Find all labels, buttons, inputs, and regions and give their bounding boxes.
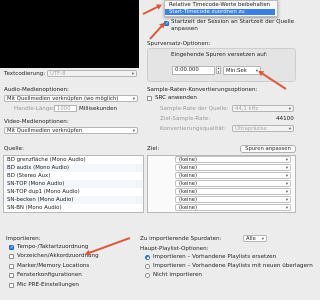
target-select[interactable]: (keine) ▾ bbox=[175, 164, 291, 171]
playlist-replace-radio[interactable] bbox=[145, 255, 150, 260]
track-data-label: Zu importierende Spurdaten: bbox=[140, 236, 222, 242]
target-select-value: (keine) bbox=[179, 197, 197, 203]
conversion-quality-value: Ultrapräzise bbox=[235, 126, 267, 132]
source-row[interactable]: BD (Stereo Aux) bbox=[4, 172, 143, 180]
chevron-down-icon: ▾ bbox=[288, 107, 291, 112]
conversion-quality-label: Konvertierungsqualität: bbox=[160, 126, 226, 132]
track-offset-title: Spurversatz-Optionen: bbox=[147, 41, 211, 47]
target-rate-value: 44100 bbox=[276, 116, 294, 122]
chevron-down-icon: ▾ bbox=[285, 158, 288, 163]
source-rate-label: Sample-Rate der Quelle: bbox=[160, 106, 229, 112]
encoding-label: Textcodierung: bbox=[4, 71, 46, 77]
target-header: Ziel: bbox=[147, 146, 160, 152]
source-rate-value: 44,1 kHz bbox=[235, 106, 259, 112]
target-select[interactable]: (keine) ▾ bbox=[175, 180, 291, 187]
target-select[interactable]: (keine) ▾ bbox=[175, 172, 291, 179]
import-markers-checkbox[interactable] bbox=[9, 264, 14, 269]
offset-stepper[interactable]: ▴ ▾ bbox=[216, 66, 221, 74]
handle-length-unit: Millisekunden bbox=[79, 106, 118, 112]
import-windows-checkbox[interactable] bbox=[9, 273, 14, 278]
source-row[interactable]: SN-TOP (Mono Audio) bbox=[4, 180, 143, 188]
offset-unit-value: Min:Sek bbox=[226, 68, 247, 74]
source-header: Quelle: bbox=[4, 146, 24, 152]
video-media-select[interactable]: Mit Quellmedien verknüpfen ▾ bbox=[4, 127, 138, 134]
import-micpre-checkbox[interactable] bbox=[9, 283, 14, 288]
source-row[interactable]: SN-BN (Mono Audio) bbox=[4, 204, 143, 212]
playlist-none-radio[interactable] bbox=[145, 273, 150, 278]
source-list[interactable]: BD grenzfläche (Mono Audio) BD audix (Mo… bbox=[3, 155, 144, 213]
target-select-value: (keine) bbox=[179, 165, 197, 171]
target-rate-label: Ziel-Sample-Rate: bbox=[160, 116, 211, 122]
source-row[interactable]: BD audix (Mono Audio) bbox=[4, 164, 143, 172]
target-select[interactable]: (keine) ▾ bbox=[175, 196, 291, 203]
target-select[interactable]: (keine) ▾ bbox=[175, 156, 291, 163]
source-row[interactable]: SN-becken (Mono Audio) bbox=[4, 196, 143, 204]
source-row[interactable]: SN-TOP dup1 (Mono Audio) bbox=[4, 188, 143, 196]
chevron-down-icon: ▾ bbox=[285, 206, 288, 211]
chevron-down-icon: ▾ bbox=[285, 190, 288, 195]
playlist-overlay-label: Importieren – Vorhandene Playlists mit n… bbox=[153, 263, 313, 269]
video-preview bbox=[0, 0, 139, 68]
import-tempo-checkbox[interactable] bbox=[9, 245, 14, 250]
offset-value-input[interactable]: 0:00.000 bbox=[172, 66, 215, 75]
import-tempo-label: Tempo-/Taktartzuordnung bbox=[17, 244, 89, 250]
chevron-down-icon: ▾ bbox=[131, 72, 134, 77]
encoding-value: UTF-8 bbox=[50, 71, 66, 77]
conversion-quality-select[interactable]: Ultrapräzise ▾ bbox=[232, 125, 294, 132]
playlist-none-label: Nicht importieren bbox=[153, 272, 202, 278]
source-row[interactable]: BD grenzfläche (Mono Audio) bbox=[4, 156, 143, 164]
audio-media-value: Mit Quellmedien verknüpfen (wo möglich) bbox=[7, 96, 119, 102]
track-data-value: Alle bbox=[246, 236, 256, 242]
chevron-down-icon: ▾ bbox=[132, 129, 135, 134]
match-start-label-2: anpassen bbox=[171, 26, 198, 32]
target-select-value: (keine) bbox=[179, 189, 197, 195]
import-key-checkbox[interactable] bbox=[9, 254, 14, 259]
target-select-value: (keine) bbox=[179, 157, 197, 163]
import-micpre-label: Mic PRE-Einstellungen bbox=[17, 282, 79, 288]
import-markers-label: Marker/Memory Locations bbox=[17, 263, 90, 269]
encoding-select[interactable]: UTF-8 ▾ bbox=[47, 70, 137, 77]
handle-length-input[interactable]: 1000 bbox=[54, 105, 77, 112]
audio-media-select[interactable]: Mit Quellmedien verknüpfen (wo möglich) … bbox=[4, 95, 138, 102]
chevron-down-icon: ▾ bbox=[132, 97, 135, 102]
video-media-value: Mit Quellmedien verknüpfen bbox=[7, 128, 83, 134]
menu-item-map-start[interactable]: Start-Timecode zuordnen zu bbox=[165, 9, 275, 15]
playlist-overlay-radio[interactable] bbox=[145, 264, 150, 269]
playlist-title: Haupt-Playlist-Optionen: bbox=[140, 246, 209, 252]
annotation-arrow-tempo bbox=[85, 237, 131, 256]
video-options-title: Video-Medienoptionen: bbox=[4, 119, 69, 125]
src-label: SRC anwenden bbox=[155, 95, 197, 101]
track-data-select[interactable]: Alle ▾ bbox=[243, 235, 267, 242]
playlist-replace-label: Importieren – Vorhandene Playlists erset… bbox=[153, 254, 277, 260]
target-select-value: (keine) bbox=[179, 181, 197, 187]
match-tracks-button[interactable]: Spuren anpassen bbox=[240, 145, 296, 153]
timecode-menu[interactable]: Relative Timecode-Werte beibehalten Star… bbox=[164, 0, 278, 17]
import-title: Importieren: bbox=[6, 236, 41, 242]
handle-length-label: Handle-Länge: bbox=[14, 106, 55, 112]
track-offset-sub: Eingehende Spuren versetzen auf: bbox=[171, 52, 268, 58]
chevron-down-icon: ▾ bbox=[261, 237, 264, 242]
annotation-arrow-menu bbox=[142, 4, 162, 15]
chevron-down-icon: ▾ bbox=[285, 174, 288, 179]
target-select[interactable]: (keine) ▾ bbox=[175, 204, 291, 211]
target-select[interactable]: (keine) ▾ bbox=[175, 188, 291, 195]
src-checkbox[interactable] bbox=[147, 96, 152, 101]
match-start-label-1: Startzeit der Session an Startzeit der Q… bbox=[171, 19, 295, 25]
import-windows-label: Fensterkonfigurationen bbox=[17, 272, 82, 278]
chevron-down-icon: ▾ bbox=[285, 198, 288, 203]
chevron-down-icon: ▾ bbox=[288, 127, 291, 132]
sample-rate-title: Sample-Raten-Konvertierungsoptionen: bbox=[147, 87, 258, 93]
chevron-down-icon: ▾ bbox=[285, 166, 288, 171]
annotation-arrow-start bbox=[149, 22, 165, 40]
target-select-value: (keine) bbox=[179, 173, 197, 179]
menu-item-keep-relative[interactable]: Relative Timecode-Werte beibehalten bbox=[165, 2, 275, 8]
target-select-value: (keine) bbox=[179, 205, 197, 211]
audio-options-title: Audio-Medienoptionen: bbox=[4, 87, 69, 93]
chevron-down-icon: ▾ bbox=[285, 182, 288, 187]
source-rate-select[interactable]: 44,1 kHz ▾ bbox=[232, 105, 294, 112]
